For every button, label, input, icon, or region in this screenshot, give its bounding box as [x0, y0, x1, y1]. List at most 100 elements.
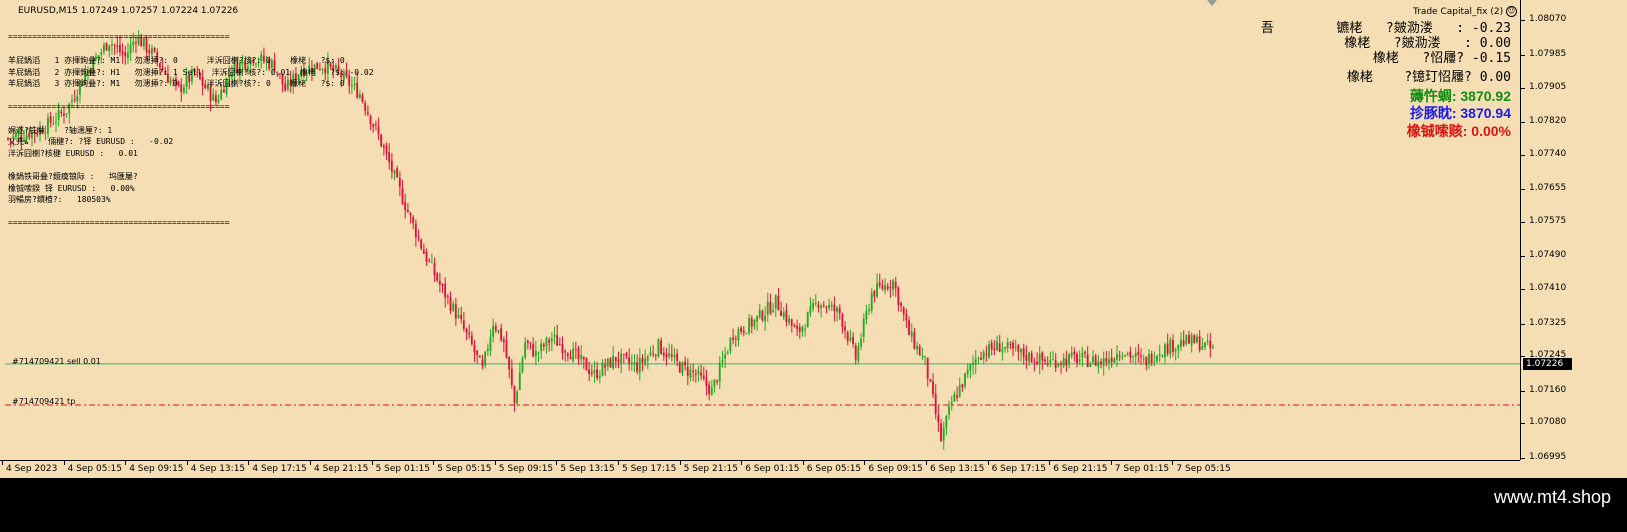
candle-body [478, 356, 481, 358]
candle-body [513, 386, 516, 403]
balance-value: 3870.92 [1460, 88, 1511, 104]
candle-body [1126, 353, 1129, 355]
time-tick-label: 4 Sep 21:15 [309, 461, 369, 474]
candle-body [617, 359, 620, 363]
candle-body [1004, 347, 1006, 349]
candle-body [945, 415, 948, 429]
chart-window[interactable]: EURUSD,M15 1.07249 1.07257 1.07224 1.072… [0, 0, 1627, 478]
candle-body [1142, 358, 1145, 360]
candle-body [398, 178, 401, 187]
candle-body [729, 338, 732, 352]
candle-body [681, 362, 684, 374]
candle-body [668, 353, 671, 357]
smiley-icon[interactable]: ☺ [1506, 6, 1517, 17]
candle-body [817, 304, 820, 308]
candle-body [129, 44, 132, 54]
candle-body [1102, 358, 1105, 366]
candle-body [1038, 353, 1041, 365]
candle-body [1046, 363, 1049, 365]
candle-body [788, 318, 790, 323]
candle-body [1180, 339, 1182, 347]
candle-body [1044, 359, 1046, 362]
price-tick-label: 1.07325 [1520, 317, 1567, 328]
time-tick-label: 4 Sep 13:15 [186, 461, 246, 474]
candle-body [57, 109, 60, 120]
candle-body [1078, 359, 1081, 362]
candle-body [836, 307, 838, 312]
candle-body [633, 362, 636, 365]
candle-body [998, 343, 1001, 352]
candle-body [406, 210, 409, 213]
candle-body [628, 357, 631, 364]
candle-body [134, 42, 137, 44]
candle-body [1105, 358, 1108, 363]
candle-body [790, 319, 793, 326]
candle-body [1164, 344, 1166, 357]
candle-body [1110, 357, 1113, 362]
time-axis[interactable]: 4 Sep 2023 4 Sep 05:15 4 Sep 09:15 4 Sep 13… [0, 460, 1520, 479]
candle-body [1025, 355, 1028, 361]
candle-body [118, 44, 121, 53]
candle-body [414, 223, 417, 238]
candle-body [1150, 353, 1153, 364]
candle-body [937, 415, 940, 423]
candle-body [1182, 340, 1185, 346]
candle-body [852, 336, 854, 344]
candle-body [54, 121, 57, 123]
candle-body [1073, 351, 1076, 355]
candle-body [764, 315, 766, 322]
price-axis[interactable]: 1.07226 1.08070 1.07985 1.07905 1.07820 1.07… [1520, 0, 1627, 462]
candle-body [1196, 336, 1198, 343]
candle-body [73, 99, 76, 101]
candle-body [886, 286, 889, 289]
candle-body [1086, 354, 1089, 367]
candle-body [977, 357, 980, 359]
candle-body [1020, 349, 1022, 353]
candle-body [604, 364, 607, 368]
candle-body [108, 45, 111, 52]
candle-body [577, 348, 580, 359]
shift-marker-icon[interactable] [1207, 0, 1217, 6]
candle-body [588, 369, 591, 375]
candle-body [494, 326, 497, 331]
candle-body [892, 280, 894, 290]
candle-body [902, 307, 905, 315]
candle-body [702, 375, 705, 379]
candle-body [572, 348, 575, 361]
candle-body [814, 303, 817, 305]
candle-body [1062, 357, 1065, 367]
candle-body [761, 311, 764, 321]
candle-body [913, 332, 916, 349]
candle-body [1148, 353, 1150, 365]
candle-body [825, 306, 828, 309]
watermark-text: www.mt4.shop [1493, 487, 1611, 507]
candle-body [854, 345, 857, 360]
candle-body [1033, 361, 1036, 363]
candle-body [1118, 355, 1121, 357]
footer-bar: www.mt4.shop [0, 478, 1627, 532]
candle-body [428, 260, 431, 262]
candle-body [750, 318, 753, 327]
candle-body [422, 249, 425, 254]
candle-body [665, 353, 668, 358]
candle-body [993, 348, 996, 351]
info-line: ========================================… [8, 101, 230, 111]
candle-body [358, 94, 361, 98]
take-profit-label: #714709421 tp [12, 397, 76, 406]
candle-body [1190, 334, 1193, 346]
time-tick-label: 5 Sep 01:15 [371, 461, 430, 474]
candle-body [921, 355, 924, 357]
candle-body [1084, 352, 1086, 354]
candle-body [996, 341, 998, 351]
symbol-ohlc-label: EURUSD,M15 1.07249 1.07257 1.07224 1.072… [18, 6, 239, 16]
candle-body [1145, 356, 1148, 366]
price-tick-label: 1.07410 [1520, 283, 1567, 294]
candle-body [828, 305, 830, 309]
candle-body [686, 366, 689, 376]
candle-body [1161, 355, 1164, 357]
candle-body [801, 326, 804, 333]
candle-body [460, 314, 463, 320]
candle-body [454, 304, 457, 319]
price-tick-label: 1.07245 [1520, 350, 1567, 361]
candle-body [774, 294, 777, 309]
